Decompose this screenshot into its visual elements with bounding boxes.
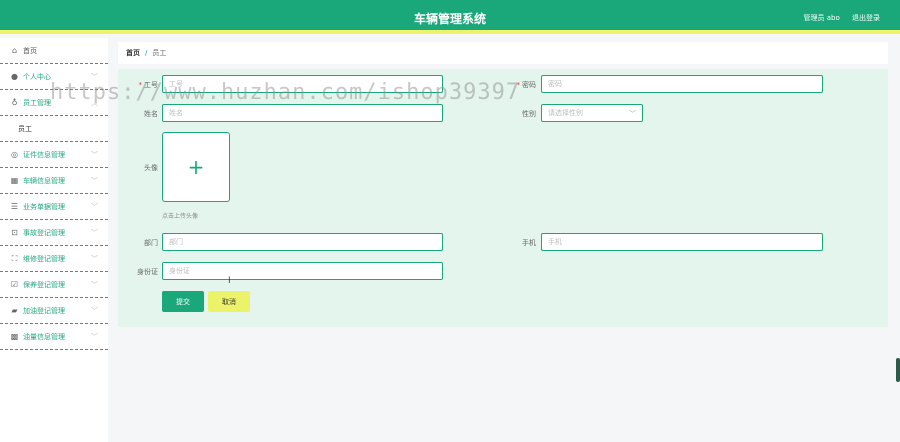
watermark: https://www.huzhan.com/ishop39397 [50,80,521,105]
sidebar-item-label: 维修登记管理 [23,254,65,263]
sidebar-item-label: 保养登记管理 [23,280,65,289]
people-icon: ♁ [11,98,18,107]
chevron-down-icon: ﹀ [91,255,98,263]
sidebar-item-accident[interactable]: ⊡ 事故登记管理 ﹀ [0,220,108,246]
sidebar-item-label: 油量信息管理 [23,332,65,341]
submit-button[interactable]: 提交 [162,291,204,312]
name-input[interactable] [162,104,443,122]
chevron-down-icon: ﹀ [629,110,636,118]
breadcrumb: 首页 / 员工 [118,42,888,64]
id-card-label: 身份证 [137,268,158,276]
password-label-text: 密码 [522,81,536,89]
current-user: 管理员 abo [803,14,840,22]
app-header: 车辆管理系统 管理员 abo 退出登录 [0,0,900,34]
sidebar-item-label: 证件信息管理 [23,150,65,159]
chevron-down-icon: ﹀ [91,333,98,341]
cancel-button[interactable]: 取消 [208,291,250,312]
sidebar-item-fuel[interactable]: ▰ 加油登记管理 ﹀ [0,298,108,324]
sidebar-item-certificate[interactable]: ◎ 证件信息管理 ﹀ [0,142,108,168]
sidebar-item-label: 事故登记管理 [23,228,65,237]
employee-form: *工号 *密码 姓名 性别 请选择性别 ﹀ 头像 + 点击上传头像 部门 手机 … [118,69,888,327]
phone-input[interactable] [541,233,823,251]
list-icon: ☰ [10,202,19,211]
sidebar-item-label: 首页 [23,46,37,55]
password-input[interactable] [541,75,823,93]
sidebar-item-label: 个人中心 [23,72,51,81]
plus-icon: + [187,155,205,179]
header-right: 管理员 abo 退出登录 [794,13,880,23]
breadcrumb-home[interactable]: 首页 [126,48,140,58]
text-cursor-icon: I [228,276,231,286]
gender-select[interactable]: 请选择性别 ﹀ [541,104,643,122]
chevron-down-icon: ﹀ [91,203,98,211]
chevron-down-icon: ﹀ [91,307,98,315]
maintenance-icon: ☑ [10,280,19,289]
sidebar-item-label: 加油登记管理 [23,306,65,315]
home-icon: ⌂ [11,46,18,55]
phone-label: 手机 [522,239,536,247]
id-card-input[interactable] [162,262,443,280]
id-card-icon: ◎ [11,150,18,159]
sidebar-subitem-employee[interactable]: 员工 [0,116,108,142]
fuel-icon: ▰ [11,306,18,315]
sidebar-item-home[interactable]: ⌂ 首页 [0,38,108,64]
breadcrumb-separator: / [145,49,148,57]
scrollbar-handle[interactable] [896,358,900,382]
repair-icon: ⛶ [11,253,18,263]
breadcrumb-current: 员工 [152,49,167,57]
accident-icon: ⊡ [11,228,18,237]
chevron-down-icon: ﹀ [91,177,98,185]
gender-label: 性别 [522,110,536,118]
department-label: 部门 [144,239,158,247]
chevron-down-icon: ﹀ [91,229,98,237]
chevron-down-icon: ﹀ [91,151,98,159]
name-label: 姓名 [144,110,158,118]
sidebar-item-repair[interactable]: ⛶ 维修登记管理 ﹀ [0,246,108,272]
car-icon: ▦ [10,176,19,185]
sidebar-item-business[interactable]: ☰ 业务单据管理 ﹀ [0,194,108,220]
user-icon: ● [11,72,18,81]
sidebar-item-vehicle[interactable]: ▦ 车辆信息管理 ﹀ [0,168,108,194]
gender-select-placeholder: 请选择性别 [548,109,583,117]
app-title: 车辆管理系统 [413,12,486,26]
sidebar-item-label: 业务单据管理 [23,202,65,211]
oil-icon: ▩ [10,332,19,341]
sidebar-item-label: 员工管理 [23,98,51,107]
department-input[interactable] [162,233,443,251]
sidebar-item-maintenance[interactable]: ☑ 保养登记管理 ﹀ [0,272,108,298]
avatar-upload-button[interactable]: + [162,132,230,202]
sidebar-item-label: 车辆信息管理 [23,176,65,185]
avatar-upload-tip: 点击上传头像 [162,213,199,220]
chevron-down-icon: ﹀ [91,281,98,289]
sidebar-item-oil[interactable]: ▩ 油量信息管理 ﹀ [0,324,108,350]
logout-button[interactable]: 退出登录 [852,14,880,22]
avatar-label: 头像 [144,164,158,172]
